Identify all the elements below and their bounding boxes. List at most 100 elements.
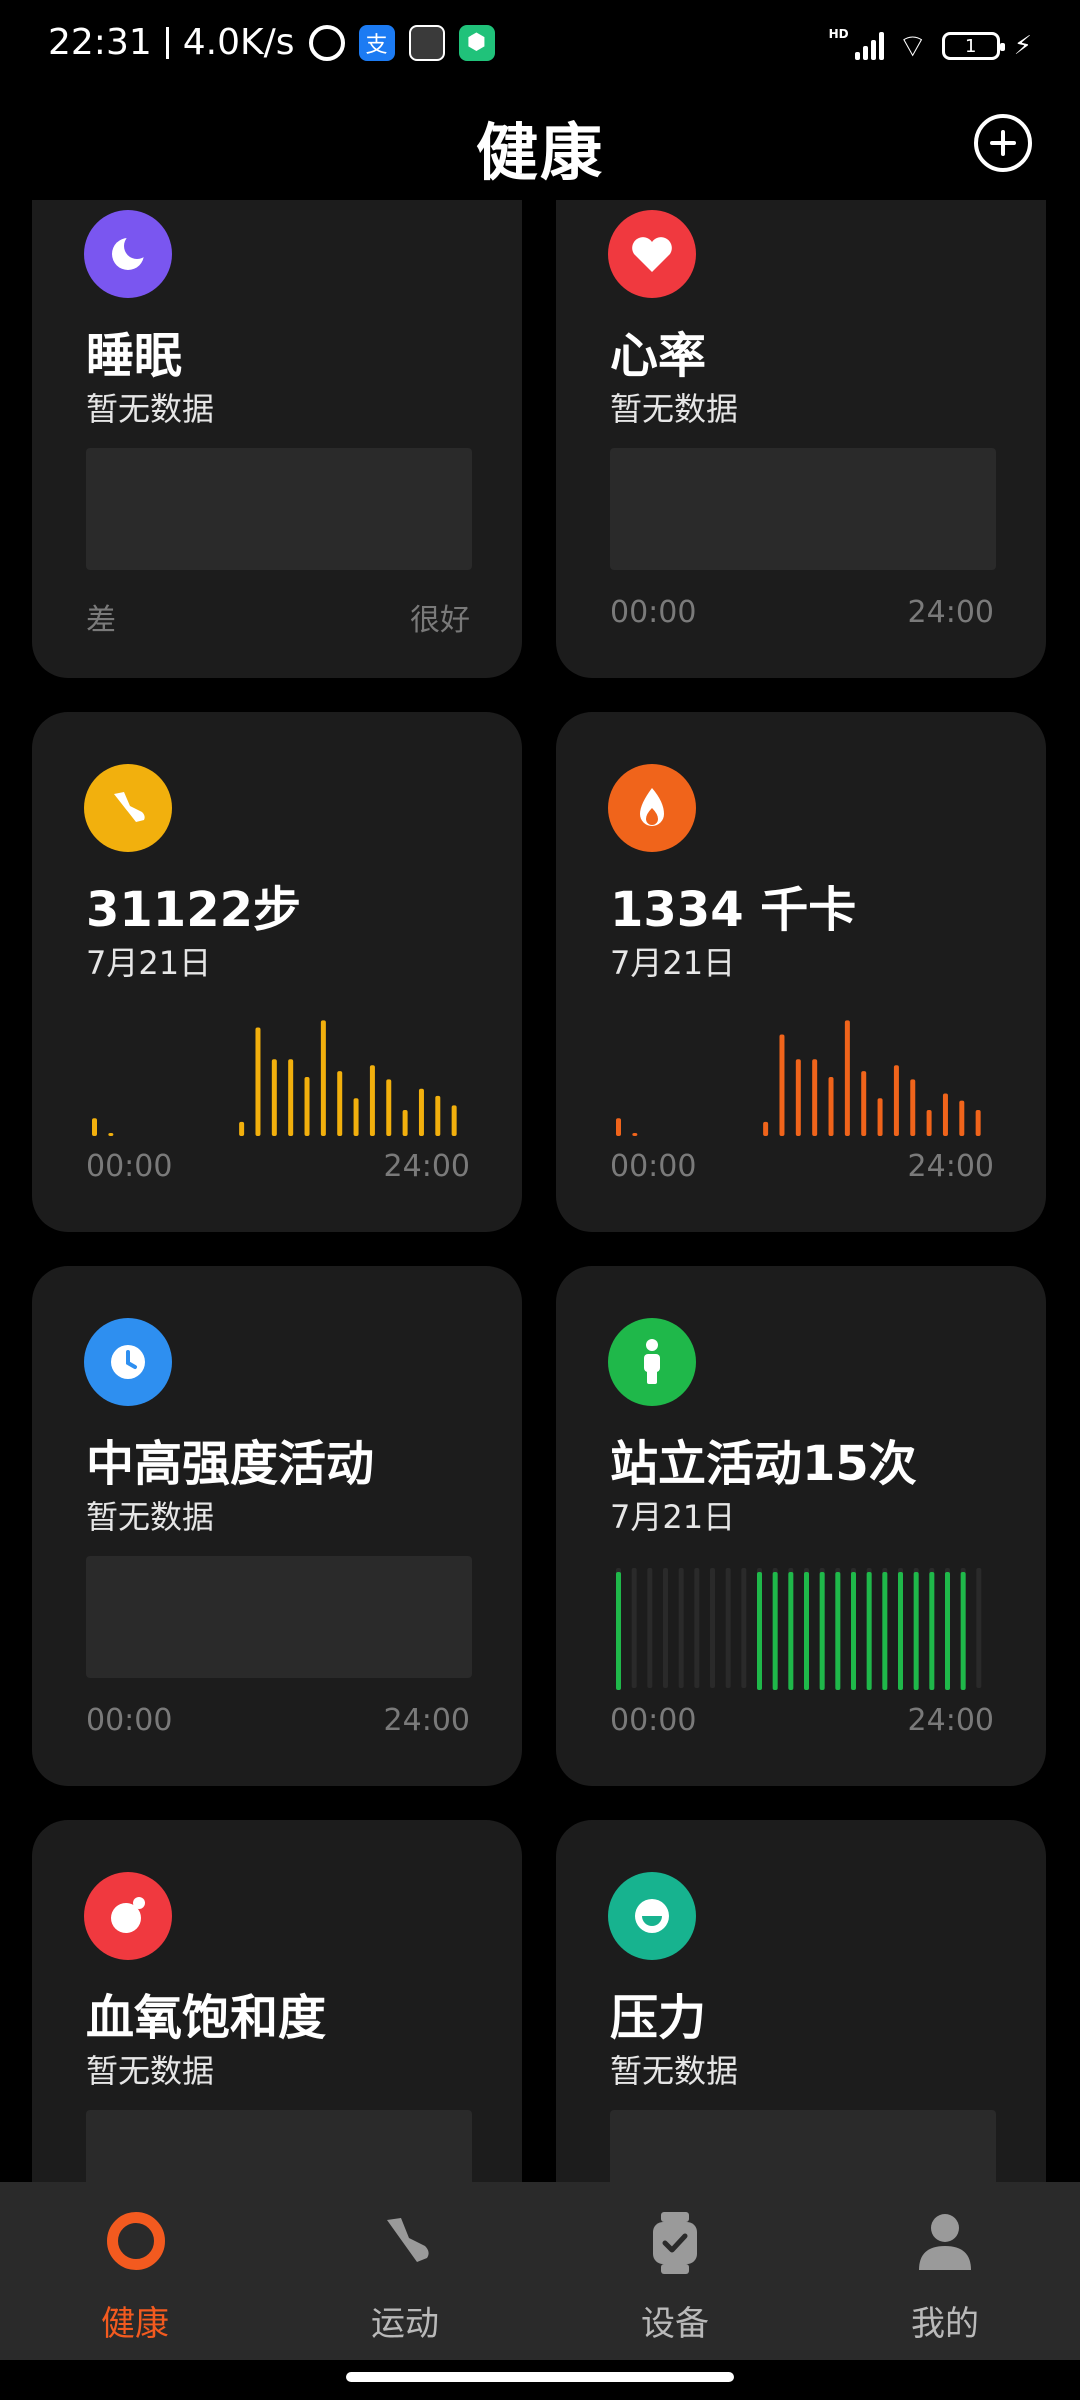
chart-bar (945, 1572, 950, 1690)
chart-bar (92, 1118, 97, 1136)
chart-bar (926, 1110, 932, 1136)
chart-bar (435, 1095, 441, 1136)
nav-label: 我的 (911, 2304, 979, 2344)
steps-card[interactable]: 31122步 7月21日 00:00 24:00 (32, 712, 522, 1232)
chart-bar (851, 1572, 856, 1690)
chart-bar (239, 1121, 245, 1136)
chart-bar (402, 1110, 408, 1136)
calories-card[interactable]: 1334 千卡 7月21日 00:00 24:00 (556, 712, 1046, 1232)
blood-oxygen-icon (84, 1872, 172, 1960)
standing-person-icon (608, 1318, 696, 1406)
chart-bar (893, 1065, 899, 1136)
chart-bar (929, 1572, 935, 1690)
chart-bar-track (631, 1568, 637, 1688)
flame-icon (608, 764, 696, 852)
card-subtitle: 暂无数据 (610, 2052, 739, 2090)
chart-bar (353, 1098, 359, 1136)
card-title: 站立活动15次 (610, 1436, 917, 1492)
app-notification-icon (408, 24, 445, 61)
chart-bar (288, 1059, 294, 1136)
wifi-icon: ⌔ (897, 27, 928, 65)
calories-bar-chart (616, 1020, 981, 1136)
chart-bar (819, 1572, 825, 1690)
chart-bar (451, 1105, 457, 1136)
clock-icon (84, 1318, 172, 1406)
chart-bar (959, 1100, 965, 1136)
axis-label-left: 00:00 (610, 1703, 697, 1738)
chart-bar-track (694, 1568, 700, 1688)
nav-label: 健康 (101, 2304, 169, 2344)
home-indicator[interactable] (346, 2372, 734, 2382)
shield-icon: ⬢ (458, 24, 495, 61)
status-time: 22:31 (48, 22, 152, 63)
chart-bar (271, 1059, 277, 1136)
charging-icon: ⚡ (1013, 31, 1032, 61)
chart-bar (913, 1572, 919, 1690)
empty-chart-placeholder (86, 448, 472, 570)
chart-bar (975, 1110, 981, 1136)
heart-rate-card[interactable]: 心率 暂无数据 00:00 24:00 (556, 200, 1046, 678)
heart-icon (608, 210, 696, 298)
sleep-card[interactable]: 睡眠 暂无数据 差 很好 (32, 200, 522, 678)
face-icon (608, 1872, 696, 1960)
chart-bar (877, 1098, 883, 1136)
intensity-activity-card[interactable]: 中高强度活动 暂无数据 00:00 24:00 (32, 1266, 522, 1786)
chart-bar (898, 1572, 903, 1690)
chart-bar (337, 1071, 343, 1136)
chart-bar-track (678, 1568, 684, 1688)
chart-bar-track (725, 1568, 731, 1688)
chart-bar (320, 1020, 326, 1136)
status-bar: 22:31 4.0K/s 支 ⬢ HD ⌔ 1 ⚡ (0, 0, 1080, 100)
chart-bar-track (741, 1568, 747, 1688)
chart-bar (616, 1118, 621, 1136)
page-title: 健康 (475, 116, 604, 189)
axis-label-right: 24:00 (383, 1149, 470, 1184)
chart-bar (386, 1079, 392, 1136)
chart-bar (369, 1065, 375, 1136)
chart-bar (861, 1071, 867, 1136)
chart-bar (866, 1572, 872, 1690)
nav-label: 设备 (641, 2304, 709, 2344)
card-subtitle: 暂无数据 (86, 390, 215, 428)
bottom-navigation: 健康 运动 设备 我的 (0, 2182, 1080, 2360)
chart-bar (772, 1572, 778, 1690)
chart-bar (804, 1572, 809, 1690)
card-title: 31122步 (86, 882, 301, 938)
card-subtitle: 暂无数据 (86, 1498, 215, 1536)
chart-bar (616, 1572, 621, 1690)
chart-bar (418, 1088, 424, 1136)
alipay-icon: 支 (358, 24, 395, 61)
chart-bar (844, 1020, 850, 1136)
axis-label-right: 24:00 (907, 595, 994, 630)
add-card-button[interactable] (974, 114, 1032, 172)
axis-label-right: 24:00 (383, 1703, 470, 1738)
blood-oxygen-card[interactable]: 血氧饱和度 暂无数据 (32, 1820, 522, 2200)
chart-bar (757, 1572, 762, 1690)
chart-bar (795, 1059, 801, 1136)
axis-label-left: 差 (86, 603, 116, 638)
card-title: 中高强度活动 (86, 1436, 375, 1492)
chart-bar (812, 1059, 818, 1136)
health-cards-grid: 睡眠 暂无数据 差 很好 心率 暂无数据 00:00 24:00 31122步 … (0, 200, 1080, 2200)
chart-bar-track (976, 1568, 982, 1688)
axis-label-right: 24:00 (907, 1703, 994, 1738)
alarm-icon (308, 24, 345, 61)
watch-icon (653, 2212, 697, 2274)
stress-card[interactable]: 压力 暂无数据 (556, 1820, 1046, 2200)
axis-label-left: 00:00 (86, 1703, 173, 1738)
standing-card[interactable]: 站立活动15次 7月21日 00:00 24:00 (556, 1266, 1046, 1786)
shoe-icon (84, 764, 172, 852)
chart-bar (763, 1121, 769, 1136)
signal-icon (854, 32, 884, 60)
card-subtitle: 7月21日 (610, 944, 736, 982)
chart-bar (108, 1133, 114, 1136)
card-title: 血氧饱和度 (86, 1990, 327, 2046)
chart-bar (960, 1572, 966, 1690)
standing-bar-chart (616, 1568, 982, 1690)
status-speed: 4.0K/s (182, 22, 295, 63)
ring-icon (107, 2212, 165, 2270)
battery-level: 1 (965, 35, 977, 57)
card-subtitle: 7月21日 (610, 1498, 736, 1536)
hd-indicator: HD (828, 27, 849, 41)
chart-bar (779, 1034, 785, 1136)
